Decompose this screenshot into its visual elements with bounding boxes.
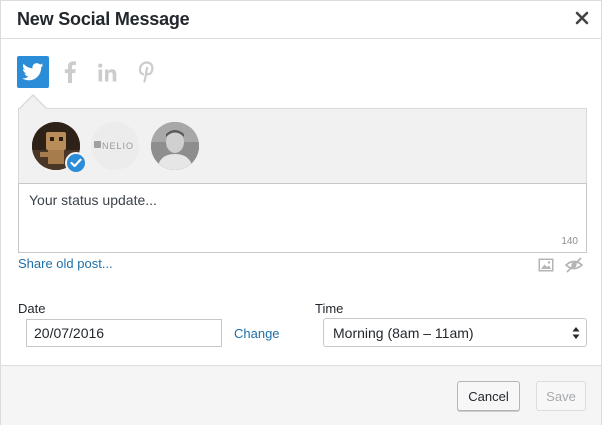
nelio-logo-avatar: NELIO bbox=[91, 122, 139, 170]
time-select-value: Morning (8am – 11am) bbox=[333, 325, 474, 341]
facebook-icon bbox=[64, 61, 76, 83]
avatar[interactable] bbox=[151, 122, 199, 170]
time-label: Time bbox=[315, 301, 344, 316]
cancel-button[interactable]: Cancel bbox=[457, 381, 520, 411]
twitter-bird-icon bbox=[22, 63, 44, 81]
select-arrows-icon bbox=[572, 327, 580, 339]
share-old-post-link[interactable]: Share old post... bbox=[18, 256, 113, 271]
pinterest-icon bbox=[138, 61, 154, 83]
avatar[interactable]: NELIO bbox=[91, 122, 139, 170]
profiles-panel: NELIO bbox=[18, 108, 587, 184]
panel-pointer-fill bbox=[20, 96, 46, 109]
checkmark-icon bbox=[70, 158, 82, 168]
dialog-title: New Social Message bbox=[17, 9, 190, 29]
save-button[interactable]: Save bbox=[536, 381, 586, 411]
linkedin-icon bbox=[98, 63, 117, 81]
person-photo-avatar bbox=[151, 122, 199, 170]
dialog-header: New Social Message bbox=[1, 1, 601, 39]
tab-twitter[interactable] bbox=[17, 56, 49, 88]
dialog-footer: Cancel Save bbox=[1, 365, 601, 425]
new-social-message-dialog: New Social Message NELIO Your status upd… bbox=[0, 0, 602, 425]
time-select[interactable]: Morning (8am – 11am) bbox=[323, 318, 587, 347]
image-icon[interactable] bbox=[538, 258, 554, 272]
nelio-logo-text: NELIO bbox=[102, 141, 134, 151]
status-box: 140 bbox=[18, 183, 587, 253]
eye-slash-icon[interactable] bbox=[565, 257, 583, 273]
status-update-input[interactable] bbox=[19, 184, 586, 252]
character-counter: 140 bbox=[561, 236, 578, 247]
tab-pinterest[interactable] bbox=[137, 56, 155, 88]
tab-linkedin[interactable] bbox=[97, 56, 119, 88]
date-field[interactable] bbox=[26, 319, 222, 347]
selected-check-badge bbox=[65, 152, 87, 174]
change-date-link[interactable]: Change bbox=[234, 326, 280, 341]
close-icon[interactable] bbox=[575, 11, 589, 25]
date-label: Date bbox=[18, 301, 46, 316]
tab-facebook[interactable] bbox=[61, 56, 79, 88]
